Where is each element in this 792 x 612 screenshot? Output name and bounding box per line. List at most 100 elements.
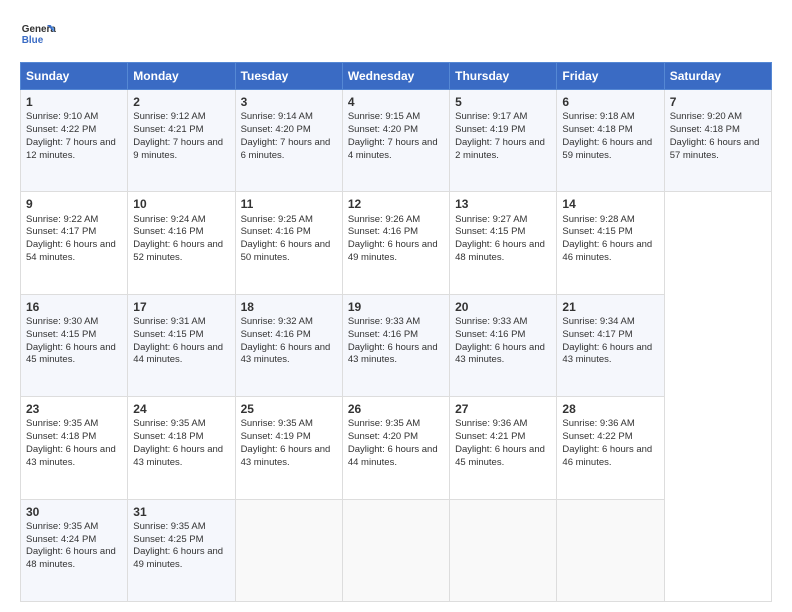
day-number: 13 [455, 196, 551, 212]
calendar-week-1: 1Sunrise: 9:10 AMSunset: 4:22 PMDaylight… [21, 90, 772, 192]
sunset: Sunset: 4:17 PM [26, 226, 96, 237]
day-header-sunday: Sunday [21, 63, 128, 90]
calendar-cell: 20Sunrise: 9:33 AMSunset: 4:16 PMDayligh… [450, 294, 557, 396]
daylight-label: Daylight: 7 hours and 9 minutes. [133, 137, 223, 161]
sunset: Sunset: 4:19 PM [241, 431, 311, 442]
calendar-cell [235, 499, 342, 601]
daylight-label: Daylight: 6 hours and 54 minutes. [26, 239, 116, 263]
calendar-cell: 2Sunrise: 9:12 AMSunset: 4:21 PMDaylight… [128, 90, 235, 192]
calendar-cell: 23Sunrise: 9:35 AMSunset: 4:18 PMDayligh… [21, 397, 128, 499]
calendar-cell [450, 499, 557, 601]
calendar-week-5: 30 Sunrise: 9:35 AM Sunset: 4:24 PMDayligh… [21, 499, 772, 601]
calendar-week-3: 16Sunrise: 9:30 AMSunset: 4:15 PMDayligh… [21, 294, 772, 396]
sunset: Sunset: 4:20 PM [348, 431, 418, 442]
daylight-label: Daylight: 6 hours and 43 minutes. [455, 342, 545, 366]
day-number: 4 [348, 94, 444, 110]
sunset: Sunset: 4:22 PM [26, 124, 96, 135]
calendar-cell: 4Sunrise: 9:15 AMSunset: 4:20 PMDaylight… [342, 90, 449, 192]
calendar-cell: 11Sunrise: 9:25 AMSunset: 4:16 PMDayligh… [235, 192, 342, 294]
daylight-label: Daylight: 6 hours and 50 minutes. [241, 239, 331, 263]
calendar-cell: 12Sunrise: 9:26 AMSunset: 4:16 PMDayligh… [342, 192, 449, 294]
sunrise: Sunrise: 9:17 AM [455, 111, 527, 122]
day-number: 23 [26, 401, 122, 417]
sunrise: Sunrise: 9:24 AM [133, 214, 205, 225]
day-number: 1 [26, 94, 122, 110]
sunset: Sunset: 4:15 PM [133, 329, 203, 340]
sunrise: Sunrise: 9:34 AM [562, 316, 634, 327]
day-header-wednesday: Wednesday [342, 63, 449, 90]
day-number: 9 [26, 196, 122, 212]
daylight-label: Daylight: 6 hours and 43 minutes. [348, 342, 438, 366]
calendar-cell: 27Sunrise: 9:36 AMSunset: 4:21 PMDayligh… [450, 397, 557, 499]
calendar-cell: 16Sunrise: 9:30 AMSunset: 4:15 PMDayligh… [21, 294, 128, 396]
calendar-cell: 30Sunrise: 9:35 AMSunset: 4:24 PMDayligh… [21, 499, 128, 601]
daylight-label: Daylight: 6 hours and 45 minutes. [26, 342, 116, 366]
sunset: Sunset: 4:16 PM [133, 226, 203, 237]
header: General Blue [20, 16, 772, 52]
sunrise: Sunrise: 9:26 AM [348, 214, 420, 225]
sunrise: Sunrise: 9:35 AM [348, 418, 420, 429]
svg-text:Blue: Blue [22, 35, 44, 46]
calendar-cell [342, 499, 449, 601]
calendar-cell: 28Sunrise: 9:36 AMSunset: 4:22 PMDayligh… [557, 397, 664, 499]
sunset: Sunset: 4:18 PM [26, 431, 96, 442]
calendar-cell: 21Sunrise: 9:34 AMSunset: 4:17 PMDayligh… [557, 294, 664, 396]
calendar-cell: 10Sunrise: 9:24 AMSunset: 4:16 PMDayligh… [128, 192, 235, 294]
day-number: 3 [241, 94, 337, 110]
daylight-label: Daylight: 7 hours and 12 minutes. [26, 137, 116, 161]
sunset: Sunset: 4:16 PM [348, 329, 418, 340]
daylight-label: Daylight: 6 hours and 48 minutes. [26, 546, 116, 570]
day-number: 10 [133, 196, 229, 212]
day-header-friday: Friday [557, 63, 664, 90]
daylight-label: Daylight: 6 hours and 43 minutes. [562, 342, 652, 366]
sunrise: Sunrise: 9:32 AM [241, 316, 313, 327]
calendar-cell: 7Sunrise: 9:20 AMSunset: 4:18 PMDaylight… [664, 90, 771, 192]
day-number: 30 [26, 504, 122, 520]
daylight-label: Daylight: 6 hours and 45 minutes. [455, 444, 545, 468]
day-number: 26 [348, 401, 444, 417]
day-number: 19 [348, 299, 444, 315]
page: General Blue SundayMondayTuesdayWednesda… [0, 0, 792, 612]
sunrise: Sunrise: 9:14 AM [241, 111, 313, 122]
day-number: 24 [133, 401, 229, 417]
day-number: 11 [241, 196, 337, 212]
sunset: Sunset: 4:21 PM [455, 431, 525, 442]
sunset: Sunset: 4:25 PM [133, 534, 203, 545]
sunset: Sunset: 4:15 PM [455, 226, 525, 237]
day-number: 7 [670, 94, 766, 110]
day-number: 16 [26, 299, 122, 315]
sunset: Sunset: 4:17 PM [562, 329, 632, 340]
sunset: Sunset: 4:24 PM [26, 534, 96, 545]
calendar-cell: 26Sunrise: 9:35 AMSunset: 4:20 PMDayligh… [342, 397, 449, 499]
sunset: Sunset: 4:21 PM [133, 124, 203, 135]
sunset: Sunset: 4:19 PM [455, 124, 525, 135]
daylight-label: Daylight: 7 hours and 6 minutes. [241, 137, 331, 161]
sunset: Sunset: 4:16 PM [455, 329, 525, 340]
calendar-week-4: 23Sunrise: 9:35 AMSunset: 4:18 PMDayligh… [21, 397, 772, 499]
sunrise: Sunrise: 9:35 AM [241, 418, 313, 429]
sunrise: Sunrise: 9:36 AM [562, 418, 634, 429]
sunset: Sunset: 4:22 PM [562, 431, 632, 442]
day-number: 14 [562, 196, 658, 212]
daylight-label: Daylight: 6 hours and 49 minutes. [348, 239, 438, 263]
day-number: 18 [241, 299, 337, 315]
logo: General Blue [20, 16, 56, 52]
sunrise: Sunrise: 9:33 AM [455, 316, 527, 327]
sunrise: Sunrise: 9:35 AM [26, 418, 98, 429]
calendar-cell: 17Sunrise: 9:31 AMSunset: 4:15 PMDayligh… [128, 294, 235, 396]
day-number: 27 [455, 401, 551, 417]
calendar-cell [557, 499, 664, 601]
sunrise: Sunrise: 9:27 AM [455, 214, 527, 225]
sunset: Sunset: 4:18 PM [133, 431, 203, 442]
calendar-cell: 24Sunrise: 9:35 AMSunset: 4:18 PMDayligh… [128, 397, 235, 499]
day-number: 12 [348, 196, 444, 212]
sunset: Sunset: 4:15 PM [26, 329, 96, 340]
sunset: Sunset: 4:16 PM [241, 226, 311, 237]
calendar-cell: 18Sunrise: 9:32 AMSunset: 4:16 PMDayligh… [235, 294, 342, 396]
daylight-label: Daylight: 6 hours and 43 minutes. [241, 342, 331, 366]
daylight-label: Daylight: 6 hours and 57 minutes. [670, 137, 760, 161]
sunset: Sunset: 4:18 PM [562, 124, 632, 135]
daylight-label: Daylight: 6 hours and 46 minutes. [562, 444, 652, 468]
sunrise: Sunrise: 9:35 AM [133, 521, 205, 532]
calendar-cell: 6Sunrise: 9:18 AMSunset: 4:18 PMDaylight… [557, 90, 664, 192]
